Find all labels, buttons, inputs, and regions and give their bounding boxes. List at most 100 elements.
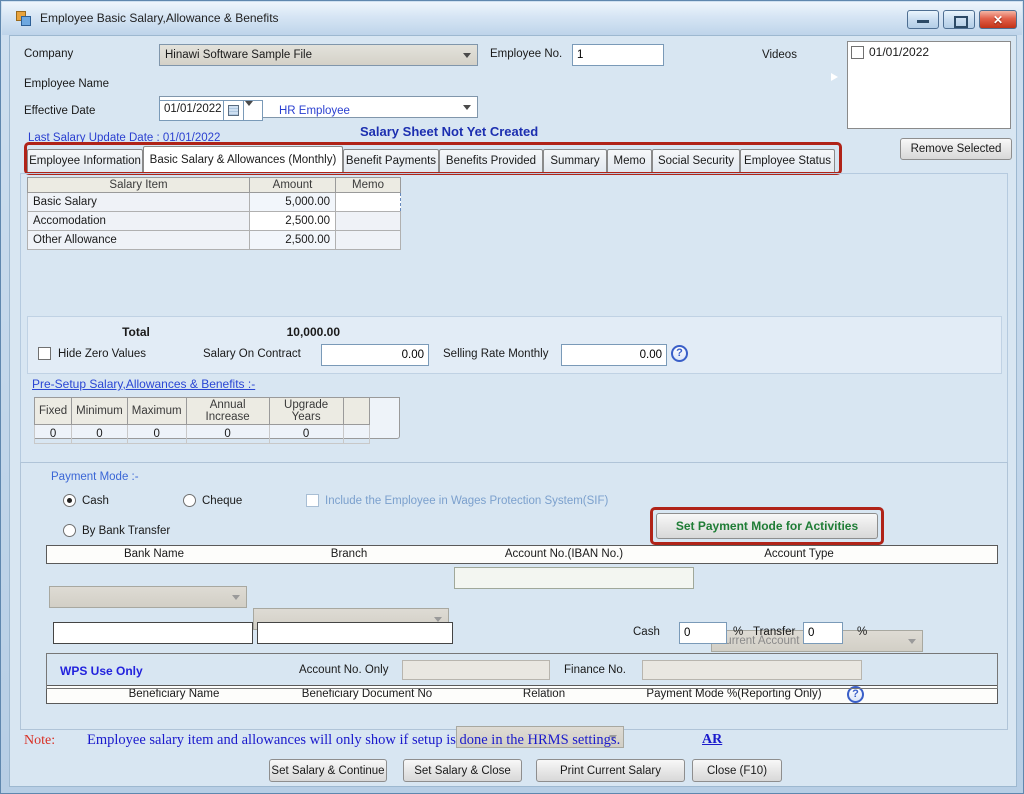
cheque-radio[interactable] <box>183 494 196 507</box>
date-listbox[interactable]: 01/01/2022 <box>847 41 1011 129</box>
col-branch: Branch <box>331 548 367 560</box>
col-salary-item: Salary Item <box>28 178 250 193</box>
chevron-down-icon <box>463 105 471 110</box>
table-row[interactable]: 0 0 0 0 0 <box>35 425 370 444</box>
date-item-label: 01/01/2022 <box>869 45 929 59</box>
date-item-checkbox[interactable] <box>851 46 864 59</box>
presetup-table: Fixed Minimum Maximum Annual Increase Up… <box>34 397 370 444</box>
col-fixed: Fixed <box>35 398 72 425</box>
hide-zero-label: Hide Zero Values <box>58 348 146 360</box>
salary-item-cell[interactable]: Basic Salary <box>28 193 250 212</box>
col-memo: Memo <box>336 178 401 193</box>
wps-title: WPS Use Only <box>60 664 143 678</box>
beneficiary-doc-input[interactable] <box>257 622 453 644</box>
salary-item-cell[interactable]: Other Allowance <box>28 231 250 250</box>
employee-no-input[interactable] <box>572 44 664 66</box>
percent-sign: % <box>733 626 743 638</box>
amount-cell[interactable]: 2,500.00 <box>250 231 336 250</box>
print-current-salary-button[interactable]: Print Current Salary <box>536 759 685 782</box>
wps-account-no-input[interactable] <box>402 660 550 680</box>
tab-memo[interactable]: Memo <box>607 149 652 172</box>
col-account-type: Account Type <box>764 548 833 560</box>
salary-item-cell[interactable]: Accomodation <box>28 212 250 231</box>
effective-date-picker[interactable]: 01/01/2022 <box>159 100 263 121</box>
ar-link[interactable]: AR <box>702 732 722 748</box>
sif-checkbox[interactable] <box>306 494 319 507</box>
account-no-input[interactable] <box>454 567 694 589</box>
col-beneficiary-doc: Beneficiary Document No <box>302 688 432 700</box>
hr-employee-link[interactable]: HR Employee <box>279 105 350 117</box>
total-label: Total <box>106 325 166 339</box>
memo-cell-focused[interactable] <box>336 193 401 212</box>
value-cell: 0 <box>35 425 72 444</box>
salary-on-contract-input[interactable] <box>321 344 429 366</box>
form-icon <box>16 11 32 27</box>
date-dropdown-arrow-icon[interactable] <box>244 100 263 121</box>
maximize-button[interactable] <box>943 10 975 29</box>
bank-transfer-radio[interactable] <box>63 524 76 537</box>
amount-cell[interactable]: 2,500.00 <box>250 212 336 231</box>
effective-date-label: Effective Date <box>24 105 95 117</box>
bank-transfer-radio-label[interactable]: By Bank Transfer <box>82 525 170 537</box>
company-value: Hinawi Software Sample File <box>165 49 312 61</box>
beneficiary-name-input[interactable] <box>53 622 253 644</box>
set-payment-mode-button[interactable]: Set Payment Mode for Activities <box>656 513 878 539</box>
remove-selected-button[interactable]: Remove Selected <box>900 138 1012 160</box>
tab-social-security[interactable]: Social Security <box>652 149 740 172</box>
list-item[interactable]: 01/01/2022 <box>848 42 1010 62</box>
tab-benefit-payments[interactable]: Benefit Payments <box>343 149 439 172</box>
tab-employee-status[interactable]: Employee Status <box>740 149 835 172</box>
col-payment-mode-pct: Payment Mode %(Reporting Only) <box>646 688 821 700</box>
table-row[interactable]: Accomodation 2,500.00 <box>28 212 401 231</box>
selling-rate-label: Selling Rate Monthly <box>443 348 548 360</box>
employee-no-label: Employee No. <box>490 48 562 60</box>
videos-label: Videos <box>762 49 797 61</box>
col-relation: Relation <box>523 688 565 700</box>
tab-basic-salary-allowances[interactable]: Basic Salary & Allowances (Monthly) <box>143 146 343 172</box>
col-maximum: Maximum <box>127 398 186 425</box>
memo-cell[interactable] <box>336 212 401 231</box>
company-label: Company <box>24 48 73 60</box>
finance-no-label: Finance No. <box>564 664 626 676</box>
percent-sign: % <box>857 626 867 638</box>
minimize-button[interactable] <box>907 10 939 29</box>
finance-no-input[interactable] <box>642 660 862 680</box>
cash-radio-label[interactable]: Cash <box>82 495 109 507</box>
title-bar: Employee Basic Salary,Allowance & Benefi… <box>2 2 1022 35</box>
cash-pct-input[interactable] <box>679 622 727 644</box>
hide-zero-checkbox[interactable] <box>38 347 51 360</box>
payment-panel: Payment Mode :- Cash Cheque Include the … <box>20 462 1008 730</box>
amount-cell[interactable]: 5,000.00 <box>250 193 336 212</box>
tab-summary[interactable]: Summary <box>543 149 607 172</box>
calendar-icon[interactable] <box>223 100 244 121</box>
window-title: Employee Basic Salary,Allowance & Benefi… <box>40 11 279 25</box>
col-empty <box>343 398 369 425</box>
table-row[interactable]: Basic Salary 5,000.00 <box>28 193 401 212</box>
cash-radio[interactable] <box>63 494 76 507</box>
client-area: Company Hinawi Software Sample File Empl… <box>9 35 1017 787</box>
bank-name-select[interactable] <box>49 586 247 608</box>
set-salary-close-button[interactable]: Set Salary & Close <box>403 759 522 782</box>
wps-panel: WPS Use Only Account No. Only Finance No… <box>46 653 998 689</box>
tab-benefits-provided[interactable]: Benefits Provided <box>439 149 543 172</box>
selling-rate-input[interactable] <box>561 344 667 366</box>
tab-employee-information[interactable]: Employee Information <box>27 149 143 172</box>
chevron-down-icon <box>463 53 471 58</box>
value-cell <box>343 425 369 444</box>
memo-cell[interactable] <box>336 231 401 250</box>
company-select[interactable]: Hinawi Software Sample File <box>159 44 478 66</box>
effective-date-value[interactable]: 01/01/2022 <box>159 100 223 121</box>
presetup-link[interactable]: Pre-Setup Salary,Allowances & Benefits :… <box>32 377 255 391</box>
value-cell: 0 <box>269 425 343 444</box>
salary-table: Salary Item Amount Memo Basic Salary 5,0… <box>27 177 401 250</box>
col-annual-increase: Annual Increase <box>186 398 269 425</box>
col-upgrade-years: Upgrade Years <box>269 398 343 425</box>
transfer-pct-label: Transfer <box>753 626 795 638</box>
close-button[interactable] <box>979 10 1017 29</box>
table-row[interactable]: Other Allowance 2,500.00 <box>28 231 401 250</box>
transfer-pct-input[interactable] <box>803 622 843 644</box>
set-salary-continue-button[interactable]: Set Salary & Continue <box>269 759 387 782</box>
close-f10-button[interactable]: Close (F10) <box>692 759 782 782</box>
help-icon[interactable] <box>671 345 688 362</box>
cheque-radio-label[interactable]: Cheque <box>202 495 242 507</box>
